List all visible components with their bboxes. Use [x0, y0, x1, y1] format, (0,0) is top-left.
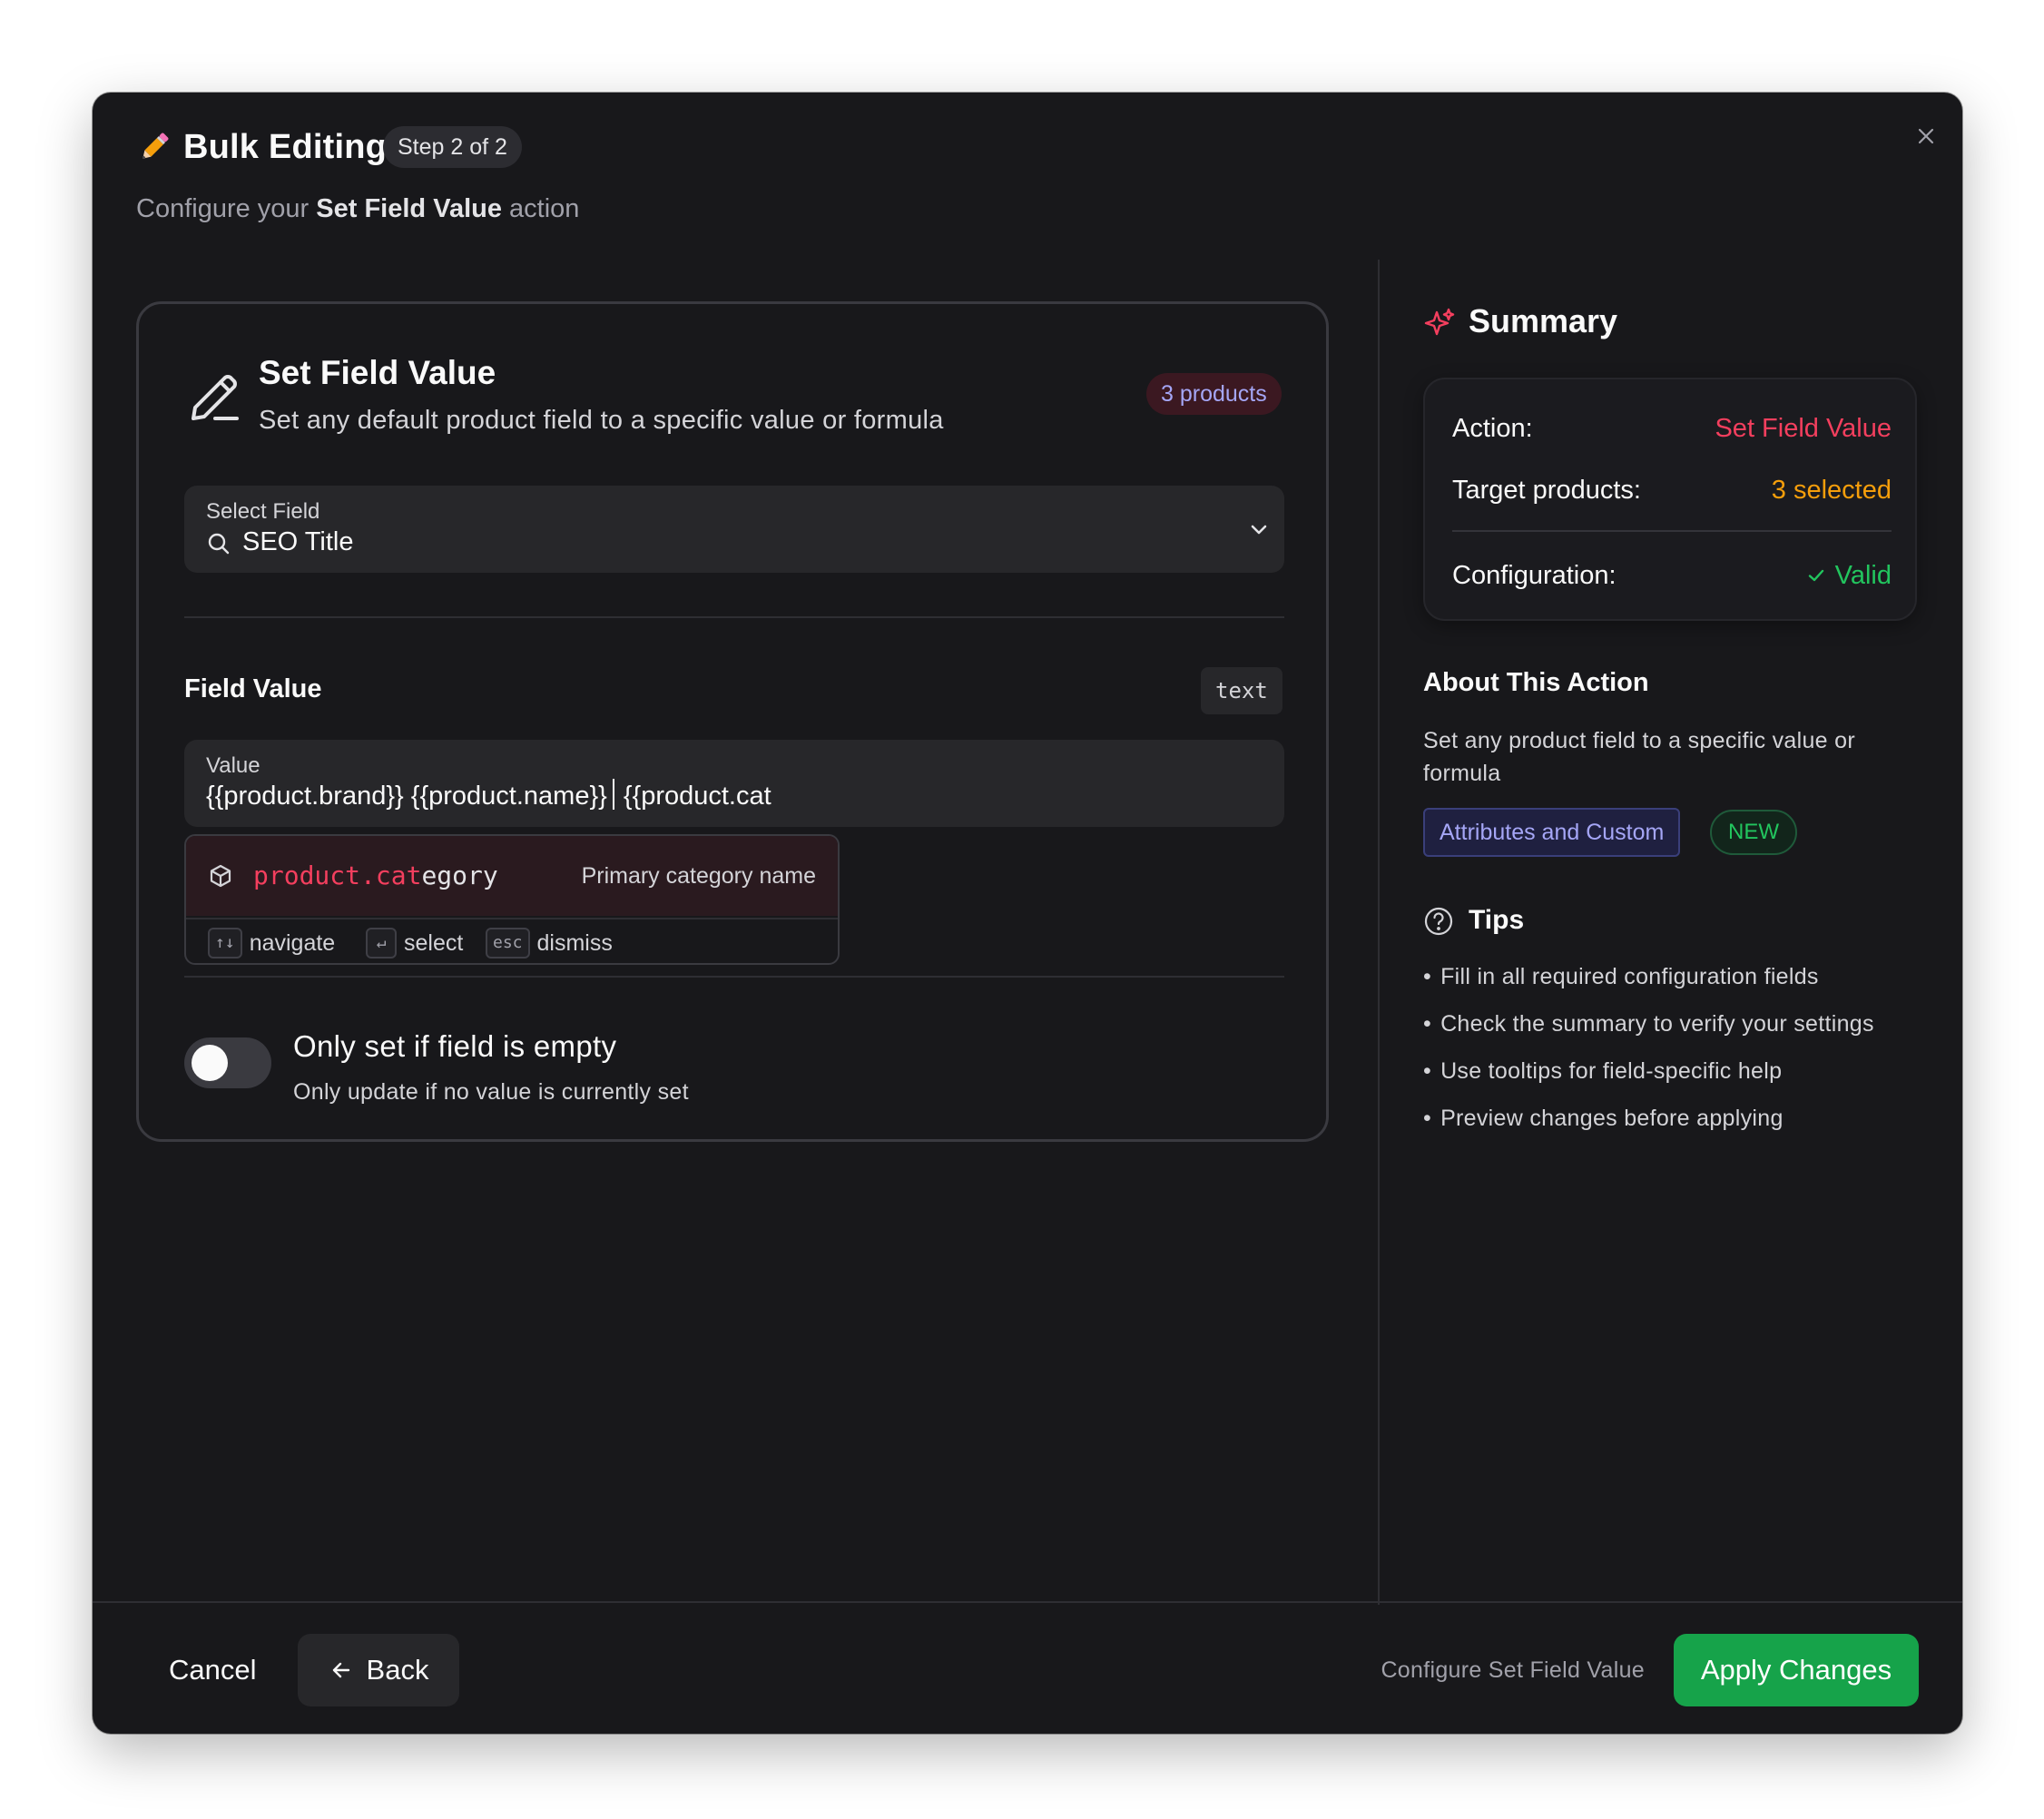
suggestion-rest: egory	[421, 860, 498, 890]
action-title: Set Field Value	[259, 354, 496, 391]
only-if-empty-toggle[interactable]	[184, 1037, 271, 1088]
panel-divider	[1378, 260, 1380, 1605]
check-icon	[1808, 569, 1823, 582]
value-input-text[interactable]: {{product.brand}} {{product.name}} {{prod…	[206, 778, 771, 814]
summary-row-action: Action: Set Field Value	[1452, 410, 1892, 447]
toggle-description: Only update if no value is currently set	[293, 1079, 689, 1105]
hint-navigate: ↑↓ navigate	[208, 927, 335, 959]
suggestion-match: product.cat	[253, 860, 422, 890]
sparkles-icon	[1423, 307, 1456, 339]
pen-icon	[186, 368, 244, 426]
footer-hint: Configure Set Field Value	[1381, 1657, 1645, 1683]
products-count-badge: 3 products	[1146, 373, 1282, 415]
tip-item: Fill in all required configuration field…	[1423, 960, 1874, 1008]
summary-label: Configuration:	[1452, 561, 1617, 590]
summary-title: Summary	[1469, 302, 1618, 339]
modal-title: Bulk Editing	[183, 128, 388, 166]
step-badge: Step 2 of 2	[383, 126, 522, 168]
hint-dismiss-label: dismiss	[536, 930, 613, 956]
bulk-edit-modal: Bulk Editing Step 2 of 2 Configure your …	[93, 93, 1962, 1734]
close-button[interactable]	[1904, 114, 1948, 158]
autocomplete-option[interactable]: product.category Primary category name	[186, 836, 838, 916]
category-tag: Attributes and Custom	[1423, 808, 1681, 857]
summary-label: Target products:	[1452, 476, 1641, 505]
value-input[interactable]: Value {{product.brand}} {{product.name}}…	[184, 740, 1284, 827]
summary-label: Action:	[1452, 414, 1533, 443]
enter-key: ↵	[366, 928, 397, 959]
tip-item: Use tooltips for field-specific help	[1423, 1055, 1874, 1102]
back-button-label: Back	[366, 1654, 429, 1686]
selected-field-value: SEO Title	[242, 527, 354, 556]
cube-icon	[208, 863, 233, 889]
action-config-card: Set Field Value Set any default product …	[136, 301, 1329, 1142]
arrow-left-icon	[332, 1662, 349, 1678]
divider	[184, 616, 1284, 618]
hint-navigate-label: navigate	[249, 930, 336, 956]
new-badge: NEW	[1710, 810, 1797, 855]
about-title: About This Action	[1423, 668, 1649, 697]
value-input-label: Value	[206, 753, 260, 778]
back-button[interactable]: Back	[298, 1634, 459, 1706]
text-cursor	[612, 779, 614, 810]
select-field-dropdown[interactable]: Select Field SEO Title	[184, 486, 1284, 573]
summary-value: 3 selected	[1771, 476, 1892, 505]
autocomplete-hints: ↑↓ navigate ↵ select esc dismiss	[186, 918, 838, 963]
pencil-emoji-icon	[136, 129, 172, 165]
field-value-heading: Field Value	[184, 674, 322, 703]
select-field-label: Select Field	[206, 499, 320, 524]
subtitle-prefix: Configure your	[136, 194, 310, 223]
modal-subtitle: Configure your Set Field Value action	[136, 191, 579, 227]
summary-value: Set Field Value	[1715, 414, 1892, 443]
close-icon	[1918, 128, 1934, 144]
apply-changes-button[interactable]: Apply Changes	[1674, 1634, 1919, 1706]
summary-value: Valid	[1834, 561, 1892, 590]
toggle-knob	[192, 1045, 228, 1081]
summary-row-target: Target products: 3 selected	[1452, 472, 1892, 508]
hint-select-label: select	[404, 930, 464, 956]
field-type-badge: text	[1201, 667, 1282, 714]
hint-select: ↵ select	[366, 927, 463, 959]
esc-key: esc	[486, 928, 530, 959]
value-text-before-cursor: {{product.brand}} {{product.name}}	[206, 782, 607, 811]
cancel-button[interactable]: Cancel	[142, 1634, 284, 1706]
autocomplete-popup: product.category Primary category name ↑…	[184, 834, 840, 965]
help-circle-icon	[1423, 906, 1454, 937]
suggestion-description: Primary category name	[581, 863, 816, 889]
tip-item: Check the summary to verify your setting…	[1423, 1008, 1874, 1055]
divider	[184, 976, 1284, 978]
suggestion-name: product.category	[253, 858, 498, 894]
toggle-title: Only set if field is empty	[293, 1029, 617, 1063]
tip-item: Preview changes before applying	[1423, 1102, 1874, 1149]
search-icon	[206, 531, 231, 556]
tips-list: Fill in all required configuration field…	[1423, 960, 1874, 1149]
action-description: Set any default product field to a speci…	[259, 406, 944, 435]
summary-value-valid: Valid	[1806, 557, 1892, 594]
chevron-down-icon	[1246, 516, 1272, 542]
subtitle-action: Set Field Value	[316, 194, 502, 223]
modal-footer: Cancel Back Configure Set Field Value Ap…	[93, 1601, 1962, 1734]
summary-card: Action: Set Field Value Target products:…	[1423, 378, 1917, 621]
subtitle-suffix: action	[509, 194, 580, 223]
hint-dismiss: esc dismiss	[486, 927, 613, 959]
value-text-after-cursor: {{product.cat	[623, 782, 771, 811]
tips-title: Tips	[1469, 905, 1525, 935]
navigate-key: ↑↓	[208, 928, 242, 959]
summary-row-config: Configuration: Valid	[1452, 557, 1892, 594]
divider	[1452, 530, 1892, 532]
about-description: Set any product field to a specific valu…	[1423, 728, 1855, 786]
